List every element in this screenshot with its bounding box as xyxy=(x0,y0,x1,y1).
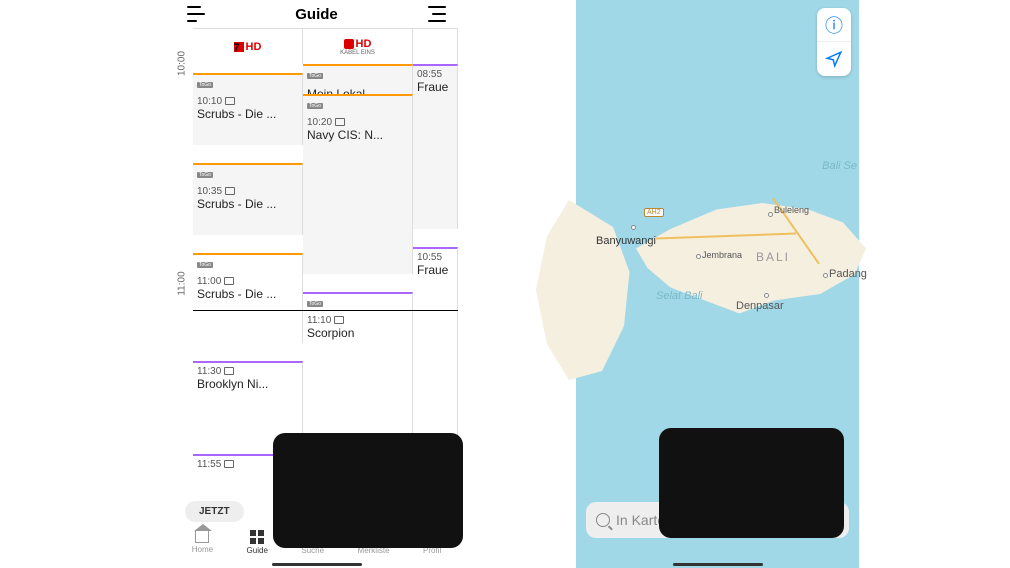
road-label: AH2 xyxy=(644,208,664,217)
cast-icon xyxy=(224,460,234,468)
search-icon xyxy=(596,513,610,527)
channel-header[interactable]: 7HD xyxy=(193,28,303,64)
channel-header[interactable] xyxy=(413,28,458,64)
city-label: Banyuwangi xyxy=(596,235,656,247)
locate-button[interactable] xyxy=(817,42,851,76)
cast-icon xyxy=(225,187,235,195)
time-label: 11:00 xyxy=(177,269,188,299)
cast-icon xyxy=(335,118,345,126)
now-indicator xyxy=(193,310,458,311)
sea-label: Bali Se xyxy=(822,160,857,172)
city-marker[interactable] xyxy=(631,225,636,230)
header: Guide xyxy=(175,0,458,28)
home-indicator[interactable] xyxy=(673,563,763,566)
pip-video[interactable] xyxy=(659,428,844,538)
location-arrow-icon xyxy=(825,50,843,68)
tab-guide[interactable]: Guide xyxy=(247,530,268,555)
city-marker[interactable] xyxy=(696,254,701,259)
program-block[interactable]: 08:55Fraue xyxy=(413,64,458,229)
city-label: Padang xyxy=(829,268,867,280)
city-marker[interactable] xyxy=(768,212,773,217)
city-marker[interactable] xyxy=(764,293,769,298)
kabeleins-logo-icon xyxy=(344,39,354,49)
program-block[interactable]: 11:30Brooklyn Ni... xyxy=(193,361,303,436)
tv-guide-app: Guide 10:00 11:00 7HD HD KABEL EINS ToGo… xyxy=(175,0,458,568)
prosieben-logo-icon: 7 xyxy=(234,42,244,52)
map-controls: ⓘ xyxy=(817,8,851,76)
time-axis: 10:00 11:00 xyxy=(175,28,193,518)
tab-home[interactable]: Home xyxy=(192,531,213,554)
grid-icon xyxy=(250,530,264,544)
program-block[interactable]: ToGo10:20Navy CIS: N... xyxy=(303,94,413,274)
program-block[interactable]: ToGo10:35Scrubs - Die ... xyxy=(193,163,303,235)
city-label: Jembrana xyxy=(702,250,742,260)
region-label: BALI xyxy=(756,250,790,264)
channel-header[interactable]: HD KABEL EINS xyxy=(303,28,413,64)
program-block[interactable]: ToGo11:00Scrubs - Die ... xyxy=(193,253,303,343)
pip-video[interactable] xyxy=(273,433,463,548)
home-icon xyxy=(195,531,209,543)
page-title: Guide xyxy=(295,6,338,23)
cast-icon xyxy=(224,367,234,375)
cast-icon xyxy=(225,97,235,105)
sea-label: Selat Bali xyxy=(656,290,702,302)
city-label: Denpasar xyxy=(736,300,784,312)
now-button[interactable]: JETZT xyxy=(185,501,244,522)
time-label: 10:00 xyxy=(177,49,188,79)
home-indicator[interactable] xyxy=(272,563,362,566)
program-block[interactable]: ToGo10:10Scrubs - Die ... xyxy=(193,73,303,145)
city-label: Buleleng xyxy=(774,205,809,215)
program-block[interactable]: ToGoMein Lokal, ... xyxy=(303,64,413,94)
maps-app: Bali Se Selat Bali BALI AH2 Banyuwangi B… xyxy=(576,0,859,568)
settings-icon[interactable] xyxy=(428,6,446,22)
city-marker[interactable] xyxy=(823,273,828,278)
cast-icon xyxy=(334,316,344,324)
cast-icon xyxy=(224,277,234,285)
filter-icon[interactable] xyxy=(187,6,205,22)
info-button[interactable]: ⓘ xyxy=(817,8,851,42)
landmass xyxy=(536,200,646,380)
